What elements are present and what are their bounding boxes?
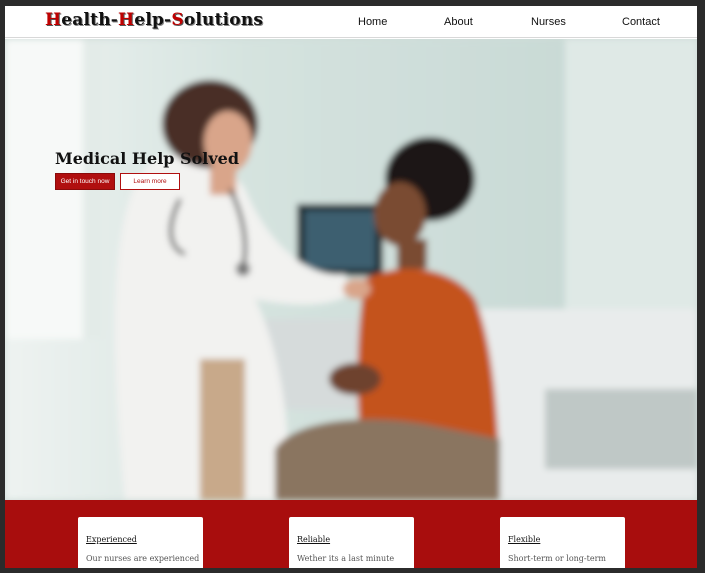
- feature-text: Our nurses are experienced: [86, 554, 200, 563]
- feature-card-flexible: Flexible Short-term or long-term: [500, 517, 625, 568]
- site-header: Health-Help-Solutions Home About Nurses …: [5, 6, 697, 38]
- learn-more-button[interactable]: Learn more: [120, 173, 180, 190]
- logo-text: ealth-: [61, 10, 119, 30]
- logo-text: olutions: [183, 10, 264, 30]
- nav-link-home[interactable]: Home: [358, 16, 387, 28]
- logo-letter: H: [118, 10, 135, 30]
- feature-text: Short-term or long-term: [508, 554, 606, 563]
- hero-image: [5, 39, 697, 500]
- browser-viewport: Health-Help-Solutions Home About Nurses …: [5, 6, 697, 568]
- logo-text: elp-: [134, 10, 172, 30]
- nav-link-about[interactable]: About: [444, 16, 473, 28]
- get-in-touch-button[interactable]: Get in touch now: [55, 173, 115, 190]
- feature-title[interactable]: Flexible: [508, 535, 617, 544]
- hero-title: Medical Help Solved: [55, 149, 240, 168]
- nav-link-nurses[interactable]: Nurses: [531, 16, 566, 28]
- feature-text: Wether its a last minute: [297, 554, 395, 563]
- feature-title[interactable]: Reliable: [297, 535, 406, 544]
- hero-section: Medical Help Solved Get in touch now Lea…: [5, 39, 697, 500]
- logo-letter: H: [45, 10, 62, 30]
- feature-title[interactable]: Experienced: [86, 535, 195, 544]
- features-section: Experienced Our nurses are experienced R…: [5, 500, 697, 568]
- site-logo[interactable]: Health-Help-Solutions: [45, 10, 263, 30]
- logo-letter: S: [171, 10, 184, 30]
- nav-link-contact[interactable]: Contact: [622, 16, 660, 28]
- feature-card-experienced: Experienced Our nurses are experienced: [78, 517, 203, 568]
- feature-card-reliable: Reliable Wether its a last minute: [289, 517, 414, 568]
